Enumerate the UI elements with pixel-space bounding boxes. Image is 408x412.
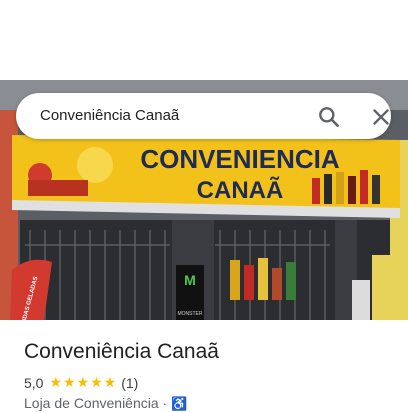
close-icon[interactable] — [368, 104, 394, 130]
place-category: Loja de Conveniência · — [24, 395, 168, 411]
wheelchair-icon: ♿ — [171, 396, 188, 411]
search-bar[interactable]: Conveniência Canaã — [16, 93, 391, 139]
search-icon[interactable] — [316, 104, 342, 130]
review-count[interactable]: (1) — [121, 375, 138, 391]
sign-title: CONVENIENCIA — [140, 144, 340, 174]
rating-stars-icon: ★★★★★ — [49, 374, 118, 390]
rating-row[interactable]: 5,0 ★★★★★ (1) — [24, 374, 138, 391]
cooler-brand: MONSTER — [178, 311, 203, 317]
search-input[interactable]: Conveniência Canaã — [40, 107, 179, 124]
rating-value: 5,0 — [24, 374, 44, 391]
category-row: Loja de Conveniência · ♿ — [24, 395, 187, 412]
sign-subtitle: CANAÃ — [197, 176, 284, 204]
place-title: Conveniência Canaã — [24, 340, 219, 363]
place-info-panel: Conveniência Canaã 5,0 ★★★★★ (1) Loja de… — [0, 320, 408, 411]
svg-text:M: M — [184, 272, 196, 288]
